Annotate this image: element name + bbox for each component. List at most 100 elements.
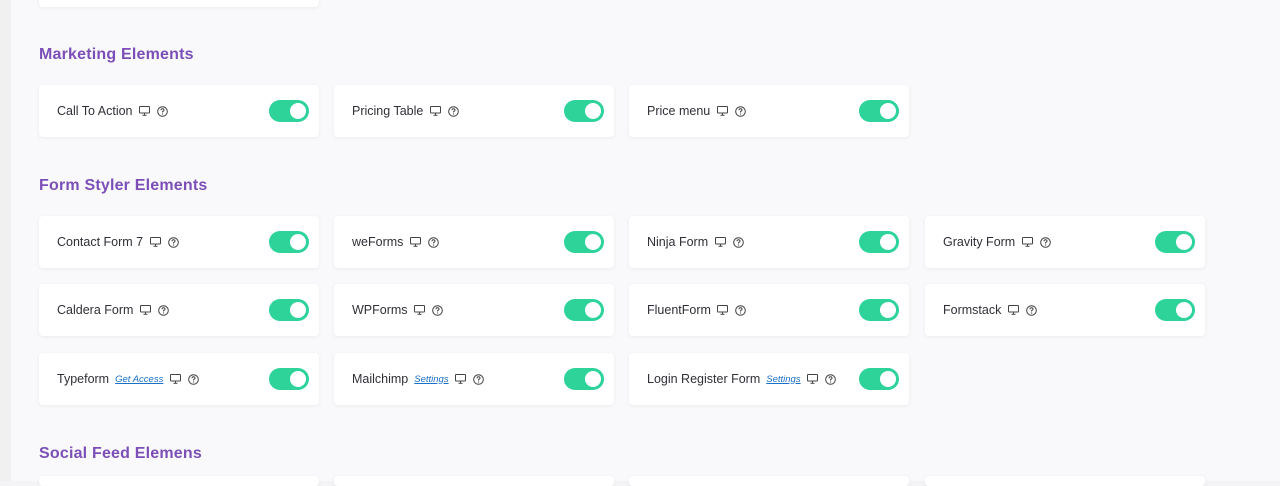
desktop-icon	[429, 105, 441, 117]
element-name: Ninja Form	[647, 235, 709, 249]
get-access-link[interactable]: Get Access	[115, 374, 163, 385]
desktop-icon	[807, 373, 819, 385]
element-label-row: Formstack	[943, 284, 1037, 336]
desktop-icon	[139, 105, 151, 117]
help-circle-icon[interactable]	[447, 105, 459, 117]
form-styler-element-card: WPForms	[334, 284, 614, 336]
toggle-knob	[880, 103, 896, 119]
desktop-icon	[1021, 236, 1033, 248]
help-circle-icon[interactable]	[734, 105, 746, 117]
desktop-icon	[149, 236, 161, 248]
section-title-form-styler: Form Styler Elements	[39, 177, 208, 194]
desktop-icon	[714, 236, 726, 248]
enable-toggle[interactable]	[859, 100, 899, 122]
help-circle-icon[interactable]	[735, 304, 747, 316]
form-styler-element-card: Caldera Form	[39, 284, 319, 336]
form-styler-element-card: FluentForm	[629, 284, 909, 336]
toggle-knob	[585, 103, 601, 119]
social-card-partial-3	[629, 476, 909, 486]
element-label-row: Caldera Form	[57, 284, 169, 336]
element-label-row: Contact Form 7	[57, 216, 179, 268]
enable-toggle[interactable]	[1155, 299, 1195, 321]
element-label-row: Ninja Form	[647, 216, 744, 268]
help-circle-icon[interactable]	[187, 373, 199, 385]
social-card-partial-4	[925, 476, 1205, 486]
toggle-knob	[880, 302, 896, 318]
section-title-social-feed: Social Feed Elemens	[39, 445, 202, 462]
enable-toggle[interactable]	[859, 368, 899, 390]
desktop-icon	[169, 373, 181, 385]
settings-link[interactable]: Settings	[414, 374, 448, 385]
enable-toggle[interactable]	[859, 299, 899, 321]
previous-card-partial	[39, 0, 319, 7]
desktop-icon	[414, 304, 426, 316]
form-styler-element-card: weForms	[334, 216, 614, 268]
toggle-knob	[880, 371, 896, 387]
element-name: Gravity Form	[943, 235, 1016, 249]
desktop-icon	[1007, 304, 1019, 316]
form-styler-element-card: Contact Form 7	[39, 216, 319, 268]
toggle-knob	[585, 302, 601, 318]
section-title-marketing: Marketing Elements	[39, 46, 194, 63]
desktop-icon	[717, 304, 729, 316]
enable-toggle[interactable]	[269, 231, 309, 253]
help-circle-icon[interactable]	[473, 373, 485, 385]
element-name: Call To Action	[57, 104, 133, 118]
element-label-row: Mailchimp Settings	[352, 353, 485, 405]
help-circle-icon[interactable]	[157, 105, 169, 117]
element-label-row: FluentForm	[647, 284, 747, 336]
desktop-icon	[139, 304, 151, 316]
toggle-knob	[290, 234, 306, 250]
element-name: FluentForm	[647, 303, 711, 317]
toggle-knob	[585, 234, 601, 250]
element-label-row: WPForms	[352, 284, 444, 336]
element-name: Caldera Form	[57, 303, 134, 317]
toggle-knob	[290, 103, 306, 119]
enable-toggle[interactable]	[564, 231, 604, 253]
help-circle-icon[interactable]	[732, 236, 744, 248]
toggle-knob	[1176, 302, 1192, 318]
desktop-icon	[409, 236, 421, 248]
element-label-row: Pricing Table	[352, 85, 459, 137]
desktop-icon	[455, 373, 467, 385]
element-name: Contact Form 7	[57, 235, 144, 249]
toggle-knob	[585, 371, 601, 387]
marketing-element-card: Call To Action	[39, 85, 319, 137]
social-card-partial-1	[39, 476, 319, 486]
element-name: weForms	[352, 235, 404, 249]
toggle-knob	[880, 234, 896, 250]
enable-toggle[interactable]	[859, 231, 899, 253]
help-circle-icon[interactable]	[427, 236, 439, 248]
element-name: Price menu	[647, 104, 711, 118]
toggle-knob	[1176, 234, 1192, 250]
enable-toggle[interactable]	[269, 299, 309, 321]
form-styler-element-card: Ninja Form	[629, 216, 909, 268]
help-circle-icon[interactable]	[157, 304, 169, 316]
enable-toggle[interactable]	[564, 100, 604, 122]
element-name: Pricing Table	[352, 104, 424, 118]
help-circle-icon[interactable]	[1025, 304, 1037, 316]
enable-toggle[interactable]	[564, 368, 604, 390]
enable-toggle[interactable]	[564, 299, 604, 321]
enable-toggle[interactable]	[269, 100, 309, 122]
help-circle-icon[interactable]	[825, 373, 837, 385]
element-name: Mailchimp	[352, 372, 409, 386]
settings-link[interactable]: Settings	[766, 374, 800, 385]
element-name: Typeform	[57, 372, 110, 386]
element-label-row: Gravity Form	[943, 216, 1051, 268]
marketing-element-card: Price menu	[629, 85, 909, 137]
enable-toggle[interactable]	[269, 368, 309, 390]
form-styler-element-card: Mailchimp Settings	[334, 353, 614, 405]
admin-sidebar-edge	[0, 0, 11, 481]
form-styler-element-card: Typeform Get Access	[39, 353, 319, 405]
element-label-row: Typeform Get Access	[57, 353, 199, 405]
enable-toggle[interactable]	[1155, 231, 1195, 253]
help-circle-icon[interactable]	[432, 304, 444, 316]
element-label-row: Login Register Form Settings	[647, 353, 837, 405]
help-circle-icon[interactable]	[167, 236, 179, 248]
social-card-partial-2	[334, 476, 614, 486]
help-circle-icon[interactable]	[1039, 236, 1051, 248]
element-name: Login Register Form	[647, 372, 761, 386]
form-styler-element-card: Gravity Form	[925, 216, 1205, 268]
element-label-row: weForms	[352, 216, 439, 268]
